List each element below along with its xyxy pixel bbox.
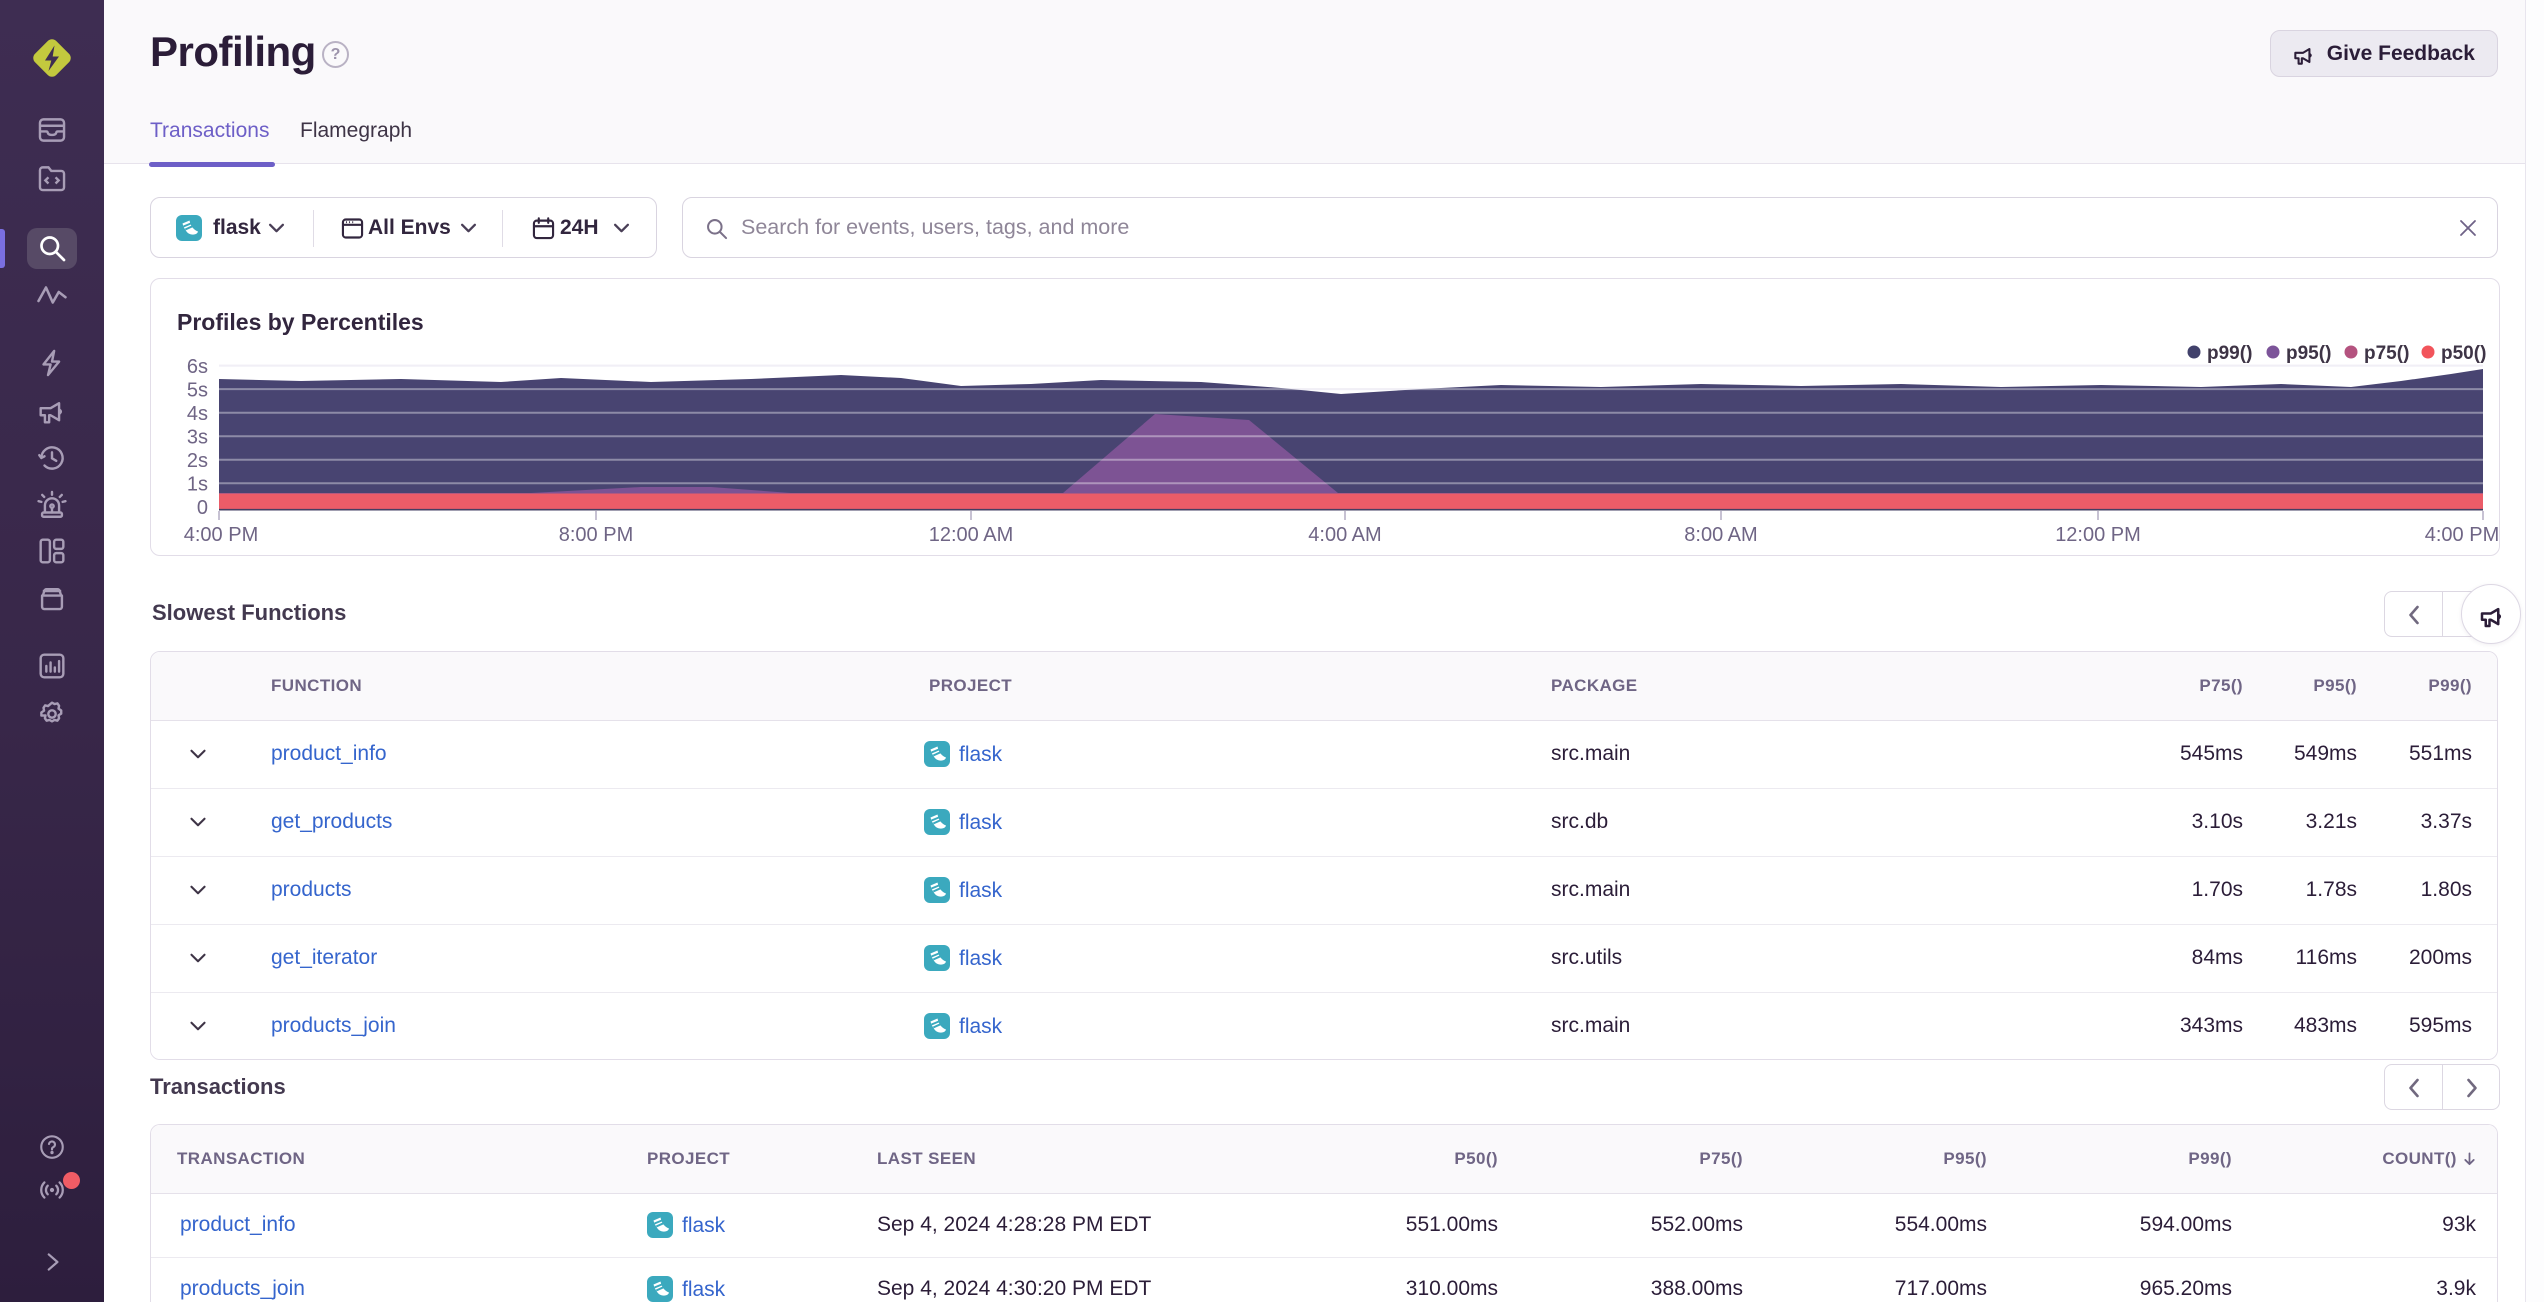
svg-text:4:00 PM: 4:00 PM: [2425, 524, 2499, 546]
svg-text:8:00 AM: 8:00 AM: [1684, 524, 1757, 546]
svg-text:p50(): p50(): [2441, 343, 2486, 364]
svg-text:2s: 2s: [187, 450, 208, 472]
svg-text:4:00 PM: 4:00 PM: [184, 524, 258, 546]
svg-text:12:00 AM: 12:00 AM: [929, 524, 1014, 546]
svg-text:12:00 PM: 12:00 PM: [2055, 524, 2141, 546]
svg-text:p95(): p95(): [2286, 343, 2331, 364]
svg-text:6s: 6s: [187, 356, 208, 378]
svg-text:8:00 PM: 8:00 PM: [559, 524, 633, 546]
svg-text:4s: 4s: [187, 403, 208, 425]
svg-text:5s: 5s: [187, 380, 208, 402]
svg-text:3s: 3s: [187, 427, 208, 449]
svg-text:1s: 1s: [187, 474, 208, 496]
svg-text:p75(): p75(): [2364, 343, 2409, 364]
svg-text:4:00 AM: 4:00 AM: [1308, 524, 1381, 546]
svg-text:p99(): p99(): [2207, 343, 2252, 364]
svg-text:Profiles by Percentiles: Profiles by Percentiles: [177, 309, 424, 335]
svg-text:0: 0: [197, 497, 208, 519]
